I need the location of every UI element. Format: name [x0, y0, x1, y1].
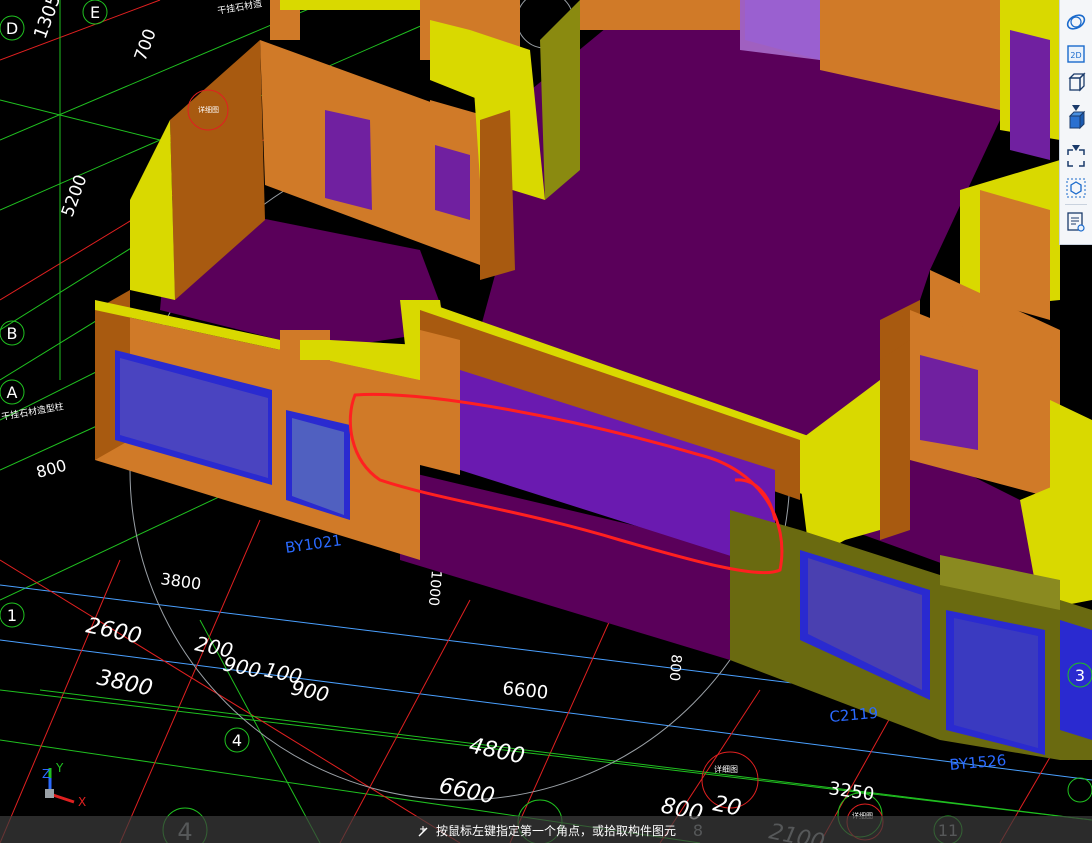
- view-3d-solid-icon[interactable]: [1064, 108, 1088, 132]
- axis-x-label: X: [78, 795, 86, 808]
- grid-label-4: 4: [232, 731, 242, 750]
- orbit-icon[interactable]: [1064, 10, 1088, 34]
- callout-text-a: 详细图: [198, 105, 219, 114]
- grid-label-3: 3: [1075, 666, 1085, 685]
- dim-800-c: 800: [666, 654, 684, 682]
- axis-y-label: Y: [55, 761, 64, 775]
- view-toolbar: 2D: [1059, 0, 1092, 245]
- view-3d-icon[interactable]: [1064, 70, 1088, 94]
- grid-label-a: A: [7, 383, 18, 402]
- dim-1000: 1000: [425, 570, 444, 607]
- region-select-icon[interactable]: [1064, 146, 1088, 170]
- view-3d-dropdown-icon[interactable]: [1072, 136, 1080, 151]
- model-canvas[interactable]: D E B A 1 4 3 11 8 4 13050 700 5200 800 …: [0, 0, 1092, 843]
- properties-view-icon[interactable]: [1064, 210, 1088, 234]
- callout-text-b: 详细图: [714, 764, 738, 774]
- view-2d-dropdown-icon[interactable]: [1072, 96, 1080, 111]
- grid-label-e: E: [90, 3, 100, 22]
- 3d-viewport[interactable]: D E B A 1 4 3 11 8 4 13050 700 5200 800 …: [0, 0, 1092, 843]
- view-2d-label: 2D: [1070, 51, 1081, 60]
- grid-label-d: D: [6, 19, 18, 38]
- command-prompt: 按鼠标左键指定第一个角点，或拾取构件图元: [436, 824, 677, 838]
- grid-label-b: B: [7, 324, 18, 343]
- axis-z-label: Z: [42, 767, 50, 781]
- component-view-icon[interactable]: [1064, 176, 1088, 200]
- cursor-pick-icon: [417, 823, 431, 837]
- status-bar: 按鼠标左键指定第一个角点，或拾取构件图元: [0, 816, 1092, 843]
- axis-gizmo: Y Z X: [40, 758, 96, 809]
- toolbar-separator: [1065, 204, 1087, 205]
- view-2d-icon[interactable]: 2D: [1064, 42, 1088, 66]
- grid-label-1: 1: [7, 606, 17, 625]
